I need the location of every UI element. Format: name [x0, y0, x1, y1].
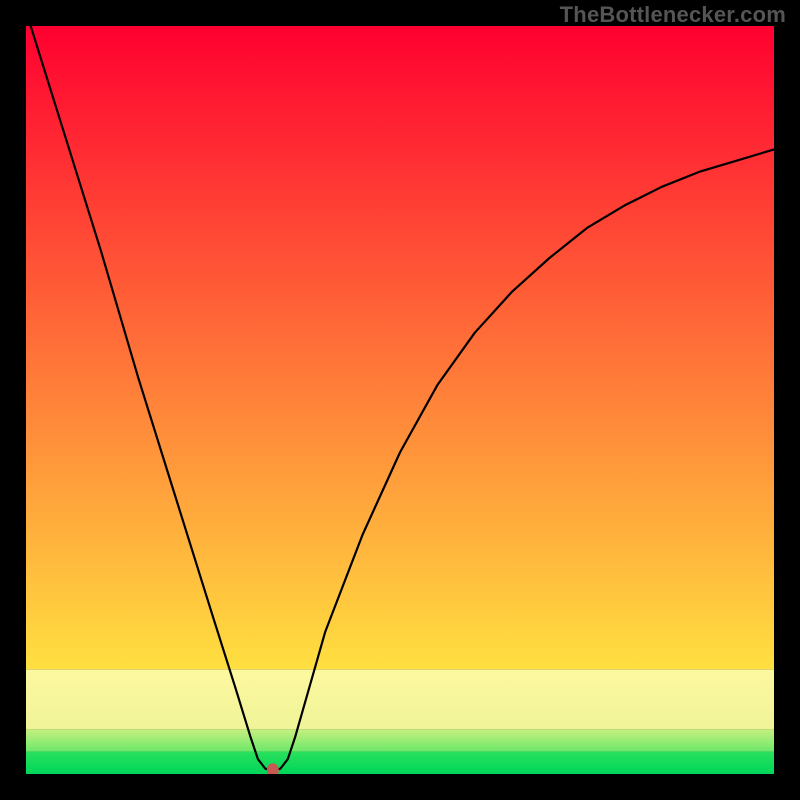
pale-green-band	[26, 729, 774, 751]
bottleneck-chart	[26, 26, 774, 774]
chart-frame: TheBottlenecker.com	[0, 0, 800, 800]
attribution-label: TheBottlenecker.com	[560, 2, 786, 28]
gradient-band	[26, 26, 774, 669]
chart-background	[26, 26, 774, 774]
green-band	[26, 752, 774, 774]
pale-yellow-band	[26, 669, 774, 729]
